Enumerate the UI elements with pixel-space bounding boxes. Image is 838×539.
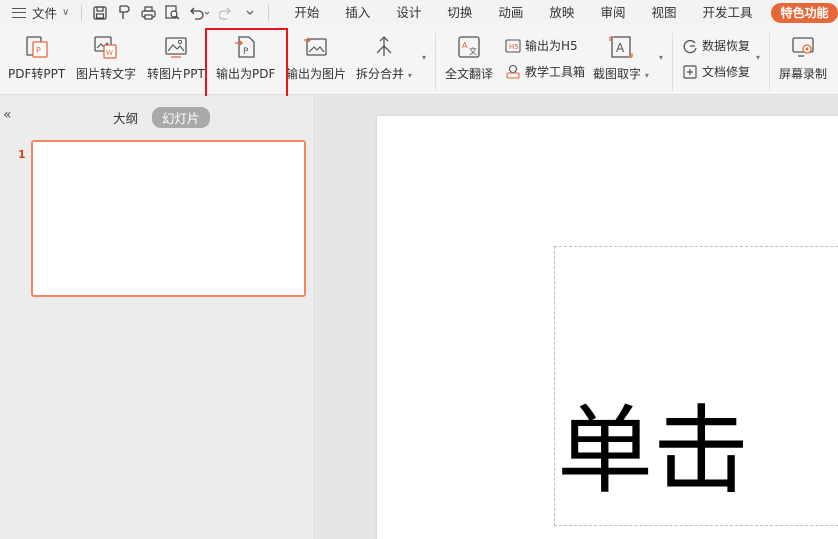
tab-slideshow[interactable]: 放映	[536, 0, 587, 25]
teaching-toolbox-label: 教学工具箱	[525, 65, 586, 79]
data-recovery-button[interactable]: 数据恢复	[681, 37, 750, 54]
customize-icon[interactable]	[238, 0, 262, 25]
tab-insert[interactable]: 插入	[332, 0, 383, 25]
slide-thumbnail[interactable]	[31, 140, 306, 297]
svg-text:A: A	[616, 41, 625, 55]
screenshot-ocr-icon: A	[606, 33, 636, 61]
export-h5-label: 输出为H5	[525, 39, 578, 53]
highlight-annotation	[205, 28, 288, 100]
print-icon[interactable]	[136, 0, 160, 25]
to-image-ppt-label: 转图片PPT	[147, 67, 205, 81]
divider	[81, 4, 83, 21]
collapse-panel-icon[interactable]: «	[3, 107, 12, 123]
tab-slides[interactable]: 幻灯片	[152, 107, 210, 128]
format-painter-icon[interactable]	[112, 0, 136, 25]
more-arrow-icon[interactable]: ▾	[659, 53, 663, 62]
svg-text:P: P	[36, 46, 41, 55]
tab-animations[interactable]: 动画	[485, 0, 536, 25]
screenshot-ocr-label: 截图取字 ▾	[593, 67, 649, 81]
divider	[672, 33, 673, 91]
export-image-button[interactable]: 输出为图片	[286, 33, 346, 82]
data-recovery-label: 数据恢复	[702, 39, 751, 53]
export-h5-button[interactable]: H5 输出为H5	[504, 37, 578, 54]
divider	[769, 33, 770, 91]
split-merge-button[interactable]: 拆分合并 ▾	[356, 33, 412, 82]
screenshot-ocr-button[interactable]: A 截图取字 ▾	[593, 33, 649, 82]
more-arrow-icon[interactable]: ▾	[422, 53, 426, 62]
slide-canvas: 单击	[316, 96, 838, 539]
svg-text:文: 文	[469, 46, 477, 56]
ribbon-tabs: 开始 插入 设计 切换 动画 放映 审阅 视图 开发工具 特色功能	[281, 0, 838, 25]
to-image-ppt-button[interactable]: 转图片PPT	[147, 33, 205, 82]
divider	[435, 33, 436, 91]
tab-home[interactable]: 开始	[281, 0, 332, 25]
hamburger-icon	[12, 7, 26, 18]
pdf-to-ppt-label: PDF转PPT	[8, 67, 66, 81]
tab-review[interactable]: 审阅	[587, 0, 638, 25]
recovery-icon	[681, 38, 699, 54]
screen-record-icon	[788, 33, 818, 61]
tab-developer[interactable]: 开发工具	[689, 0, 765, 25]
svg-text:W: W	[106, 49, 113, 57]
translate-icon: A文	[454, 33, 484, 61]
tab-outline[interactable]: 大纲	[105, 107, 146, 128]
menu-bar: 文件 ∨ 开始 插入 设计 切换 动画 放映 审阅 视图 开发工具 特色功能	[0, 0, 838, 25]
split-merge-label: 拆分合并 ▾	[356, 67, 412, 81]
teaching-toolbox-button[interactable]: 教学工具箱	[504, 63, 585, 80]
full-translate-button[interactable]: A文 全文翻译	[445, 33, 493, 82]
ribbon: P PDF转PPT W 图片转文字 转图片PPT P 输出为PDF 输出为图片 …	[0, 25, 838, 95]
doc-repair-label: 文档修复	[702, 65, 751, 79]
full-translate-label: 全文翻译	[445, 67, 494, 81]
redo-icon[interactable]	[214, 0, 238, 25]
h5-icon: H5	[504, 38, 522, 54]
save-icon[interactable]	[88, 0, 112, 25]
slide[interactable]: 单击	[377, 116, 838, 539]
pdf-to-ppt-button[interactable]: P PDF转PPT	[8, 33, 65, 82]
screen-record-button[interactable]: 屏幕录制	[779, 33, 827, 82]
slide-number: 1	[18, 148, 26, 161]
export-image-label: 输出为图片	[286, 67, 347, 81]
file-menu-label: 文件	[32, 6, 58, 21]
more-arrow-icon[interactable]: ▾	[756, 53, 760, 62]
pdf-to-ppt-icon: P	[22, 33, 52, 61]
view-tabs: 大纲 幻灯片	[105, 107, 216, 128]
split-merge-icon	[369, 33, 399, 61]
print-preview-icon[interactable]	[160, 0, 184, 25]
to-image-ppt-icon	[161, 33, 191, 61]
tab-special-features[interactable]: 特色功能	[771, 2, 838, 23]
image-to-text-button[interactable]: W 图片转文字	[76, 33, 136, 82]
file-menu[interactable]: 文件 ∨	[0, 0, 75, 25]
divider	[268, 4, 270, 21]
image-to-text-icon: W	[91, 33, 121, 61]
export-image-icon	[301, 33, 331, 61]
tab-view[interactable]: 视图	[638, 0, 689, 25]
svg-text:A: A	[462, 41, 468, 50]
tab-transitions[interactable]: 切换	[434, 0, 485, 25]
title-text[interactable]: 单击	[557, 396, 749, 506]
image-to-text-label: 图片转文字	[76, 67, 137, 81]
chevron-down-icon: ∨	[62, 7, 70, 18]
toolbox-icon	[504, 64, 522, 80]
slides-panel: « 大纲 幻灯片 1	[0, 96, 315, 539]
tab-design[interactable]: 设计	[383, 0, 434, 25]
svg-text:H5: H5	[509, 43, 519, 51]
undo-icon[interactable]	[184, 0, 214, 25]
doc-repair-icon	[681, 64, 699, 80]
screen-record-label: 屏幕录制	[779, 67, 828, 81]
doc-repair-button[interactable]: 文档修复	[681, 63, 750, 80]
